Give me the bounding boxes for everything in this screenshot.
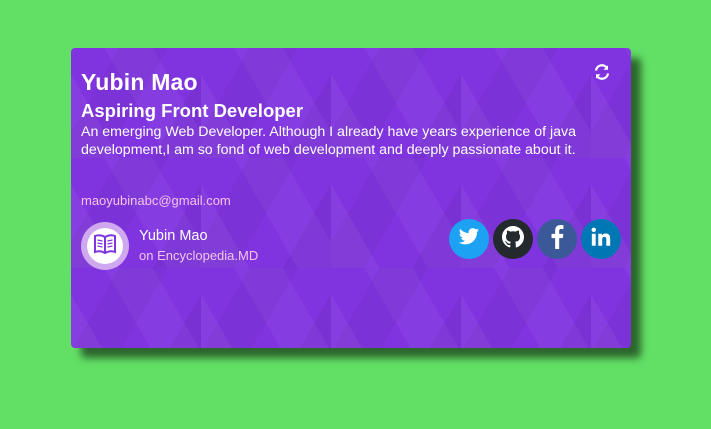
- profile-email[interactable]: maoyubinabc@gmail.com: [81, 193, 231, 208]
- avatar[interactable]: [81, 222, 129, 270]
- twitter-icon: [458, 227, 480, 252]
- book-icon: [93, 233, 117, 260]
- github-button[interactable]: [493, 219, 533, 259]
- linkedin-icon: [590, 226, 612, 253]
- profile-name: Yubin Mao: [81, 69, 198, 95]
- facebook-icon: [550, 224, 564, 254]
- profile-card: Yubin Mao Aspiring Front Developer An em…: [71, 48, 631, 348]
- linkedin-button[interactable]: [581, 219, 621, 259]
- social-links: [449, 219, 621, 259]
- github-icon: [502, 225, 524, 253]
- profile-bio: An emerging Web Developer. Although I al…: [81, 124, 577, 158]
- twitter-button[interactable]: [449, 219, 489, 259]
- author-site[interactable]: on Encyclopedia.MD: [139, 248, 258, 263]
- author-name[interactable]: Yubin Mao: [139, 228, 208, 244]
- refresh-icon[interactable]: [593, 63, 611, 81]
- facebook-button[interactable]: [537, 219, 577, 259]
- profile-role: Aspiring Front Developer: [81, 100, 304, 121]
